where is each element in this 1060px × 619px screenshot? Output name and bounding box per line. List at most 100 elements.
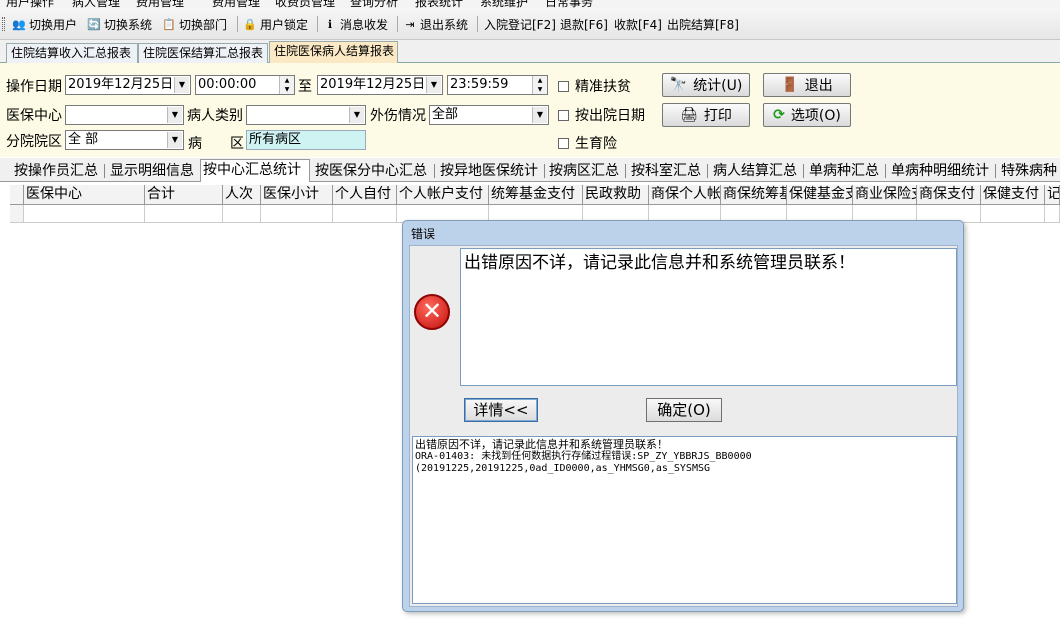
- column-header[interactable]: 商保个人帐: [649, 185, 721, 205]
- column-header[interactable]: 民政救助: [583, 185, 649, 205]
- error-details[interactable]: 出错原因不详，请记录此信息并和系统管理员联系！ ORA-01403: 未找到任何…: [412, 436, 957, 604]
- error-dialog: 错误 ✕ 出错原因不详，请记录此信息并和系统管理员联系！ 详情<< 确定(O) …: [402, 220, 964, 612]
- discharge-settle-button[interactable]: 出院结算[F8]: [667, 16, 739, 33]
- tab-by-operator[interactable]: 按操作员汇总: [12, 161, 100, 182]
- column-header[interactable]: 个人自付: [333, 185, 397, 205]
- chevron-down-icon[interactable]: ▼: [426, 77, 441, 93]
- tab-income-summary[interactable]: 住院结算收入汇总报表: [6, 43, 138, 63]
- table-cell[interactable]: [981, 205, 1045, 223]
- options-button[interactable]: ⟳ 选项(O): [763, 103, 851, 127]
- switch-user-button[interactable]: 👥 切换用户: [12, 16, 77, 33]
- column-header[interactable]: 商保统筹基: [721, 185, 787, 205]
- column-header[interactable]: 人次: [223, 185, 261, 205]
- by-discharge-date-checkbox[interactable]: 按出院日期: [558, 105, 645, 125]
- patient-type-select[interactable]: ▼: [246, 105, 366, 125]
- tab-by-remote[interactable]: 按异地医保统计: [438, 161, 540, 182]
- menu-item[interactable]: 收费员管理: [275, 0, 335, 8]
- tab-patient-settle[interactable]: 病人结算汇总: [711, 161, 799, 182]
- time-from-field[interactable]: 00:00:00 ▲ ▼: [195, 75, 295, 95]
- column-header[interactable]: 商业保险支: [853, 185, 917, 205]
- tab-single-disease[interactable]: 单病种汇总: [807, 161, 881, 182]
- user-lock-button[interactable]: 🔒 用户锁定: [243, 16, 308, 33]
- switch-department-button[interactable]: 📋 切换部门: [162, 16, 227, 33]
- date-from-picker[interactable]: 2019年12月25日 ▼: [65, 75, 191, 95]
- data-grid[interactable]: 医保中心 合计 人次 医保小计 个人自付 个人帐户支付 统筹基金支付 民政救助 …: [10, 185, 1060, 223]
- tab-by-ward[interactable]: 按病区汇总: [547, 161, 621, 182]
- ok-button[interactable]: 确定(O): [646, 398, 722, 422]
- admission-button[interactable]: 入院登记[F2]: [484, 16, 556, 33]
- table-cell[interactable]: [261, 205, 333, 223]
- injury-label: 外伤情况: [370, 108, 426, 124]
- date-to-picker[interactable]: 2019年12月25日 ▼: [317, 75, 443, 95]
- toolbar-grip[interactable]: [2, 17, 5, 31]
- table-cell[interactable]: [333, 205, 397, 223]
- stats-button[interactable]: 🔭 统计(U): [662, 73, 750, 97]
- chevron-down-icon[interactable]: ▼: [167, 107, 182, 123]
- tab-by-subcenter[interactable]: 按医保分中心汇总: [313, 161, 429, 182]
- toolbar-separator: [477, 16, 478, 32]
- column-header[interactable]: 统筹基金支付: [489, 185, 583, 205]
- menu-item[interactable]: 报表统计: [415, 0, 463, 8]
- tab-insurance-patient[interactable]: 住院医保病人结算报表: [269, 41, 398, 63]
- insurance-center-select[interactable]: ▼: [65, 105, 184, 125]
- table-cell[interactable]: [223, 205, 261, 223]
- tab-by-department[interactable]: 按科室汇总: [629, 161, 703, 182]
- chevron-down-icon[interactable]: ▼: [167, 132, 182, 148]
- exit-button[interactable]: 🚪 退出: [763, 73, 851, 97]
- spin-icon[interactable]: ▲ ▼: [532, 76, 547, 94]
- menu-item[interactable]: 系统维护: [480, 0, 528, 8]
- info-icon: ℹ: [327, 17, 333, 31]
- table-cell[interactable]: [145, 205, 223, 223]
- refund-button[interactable]: 退款[F6]: [560, 16, 608, 33]
- column-header[interactable]: 医保中心: [24, 185, 145, 205]
- branch-label: 分院院区: [6, 134, 62, 150]
- ward-field[interactable]: 所有病区: [246, 130, 366, 150]
- exit-door-icon: 🚪: [781, 77, 799, 93]
- exit-label: 退出: [804, 78, 833, 94]
- column-header[interactable]: 医保小计: [261, 185, 333, 205]
- exit-system-button[interactable]: ⇥ 退出系统: [403, 16, 468, 33]
- table-cell[interactable]: [24, 205, 145, 223]
- maternity-checkbox[interactable]: 生育险: [558, 133, 617, 153]
- collect-button[interactable]: 收款[F4]: [614, 16, 662, 33]
- details-button[interactable]: 详情<<: [464, 398, 538, 422]
- menu-item[interactable]: 费用管理: [212, 0, 260, 8]
- table-cell[interactable]: [1045, 205, 1060, 223]
- column-header[interactable]: 保健支付: [981, 185, 1045, 205]
- dialog-body: ✕ 出错原因不详，请记录此信息并和系统管理员联系！ 详情<< 确定(O) 出错原…: [409, 245, 958, 607]
- tab-single-disease-detail[interactable]: 单病种明细统计: [889, 161, 991, 182]
- date-from-value: 2019年12月25日: [68, 77, 174, 92]
- chevron-down-icon[interactable]: ▼: [349, 107, 364, 123]
- menu-item[interactable]: 日常事务: [545, 0, 593, 8]
- injury-select[interactable]: 全部 ▼: [429, 105, 549, 125]
- column-header[interactable]: 个人帐户支付: [397, 185, 489, 205]
- column-header[interactable]: 商保支付: [917, 185, 981, 205]
- menu-item[interactable]: 费用管理: [136, 0, 184, 8]
- tab-special-disease[interactable]: 特殊病种: [999, 161, 1059, 182]
- tab-show-details[interactable]: 显示明细信息: [108, 161, 196, 182]
- time-to-value: 23:59:59: [450, 77, 509, 92]
- column-header[interactable]: 保健基金支: [787, 185, 853, 205]
- chevron-down-icon[interactable]: ▼: [174, 77, 189, 93]
- tab-by-center[interactable]: 按中心汇总统计: [200, 159, 310, 182]
- menu-item[interactable]: 查询分析: [350, 0, 398, 8]
- ward-value: 所有病区: [249, 132, 302, 147]
- precise-poverty-checkbox[interactable]: 精准扶贫: [558, 76, 631, 96]
- tab-insurance-summary[interactable]: 住院医保结算汇总报表: [138, 43, 268, 63]
- column-header[interactable]: 记: [1045, 185, 1060, 205]
- menu-item[interactable]: 病人管理: [72, 0, 120, 8]
- time-to-field[interactable]: 23:59:59 ▲ ▼: [447, 75, 548, 95]
- column-header[interactable]: 合计: [145, 185, 223, 205]
- time-from-value: 00:00:00: [198, 77, 257, 92]
- switch-system-button[interactable]: 🔄 切换系统: [87, 16, 152, 33]
- menu-item[interactable]: 用户操作: [6, 0, 54, 8]
- messages-button[interactable]: ℹ 消息收发: [323, 16, 388, 33]
- patient-type-label: 病人类别: [187, 108, 243, 124]
- chevron-down-icon[interactable]: ▼: [532, 107, 547, 123]
- user-lock-label: 用户锁定: [260, 18, 309, 32]
- branch-select[interactable]: 全 部 ▼: [65, 130, 184, 150]
- spin-icon[interactable]: ▲ ▼: [279, 76, 294, 94]
- insurance-center-label: 医保中心: [6, 108, 62, 124]
- print-button[interactable]: 🖨 打印: [662, 103, 750, 127]
- row-indicator[interactable]: [10, 205, 24, 223]
